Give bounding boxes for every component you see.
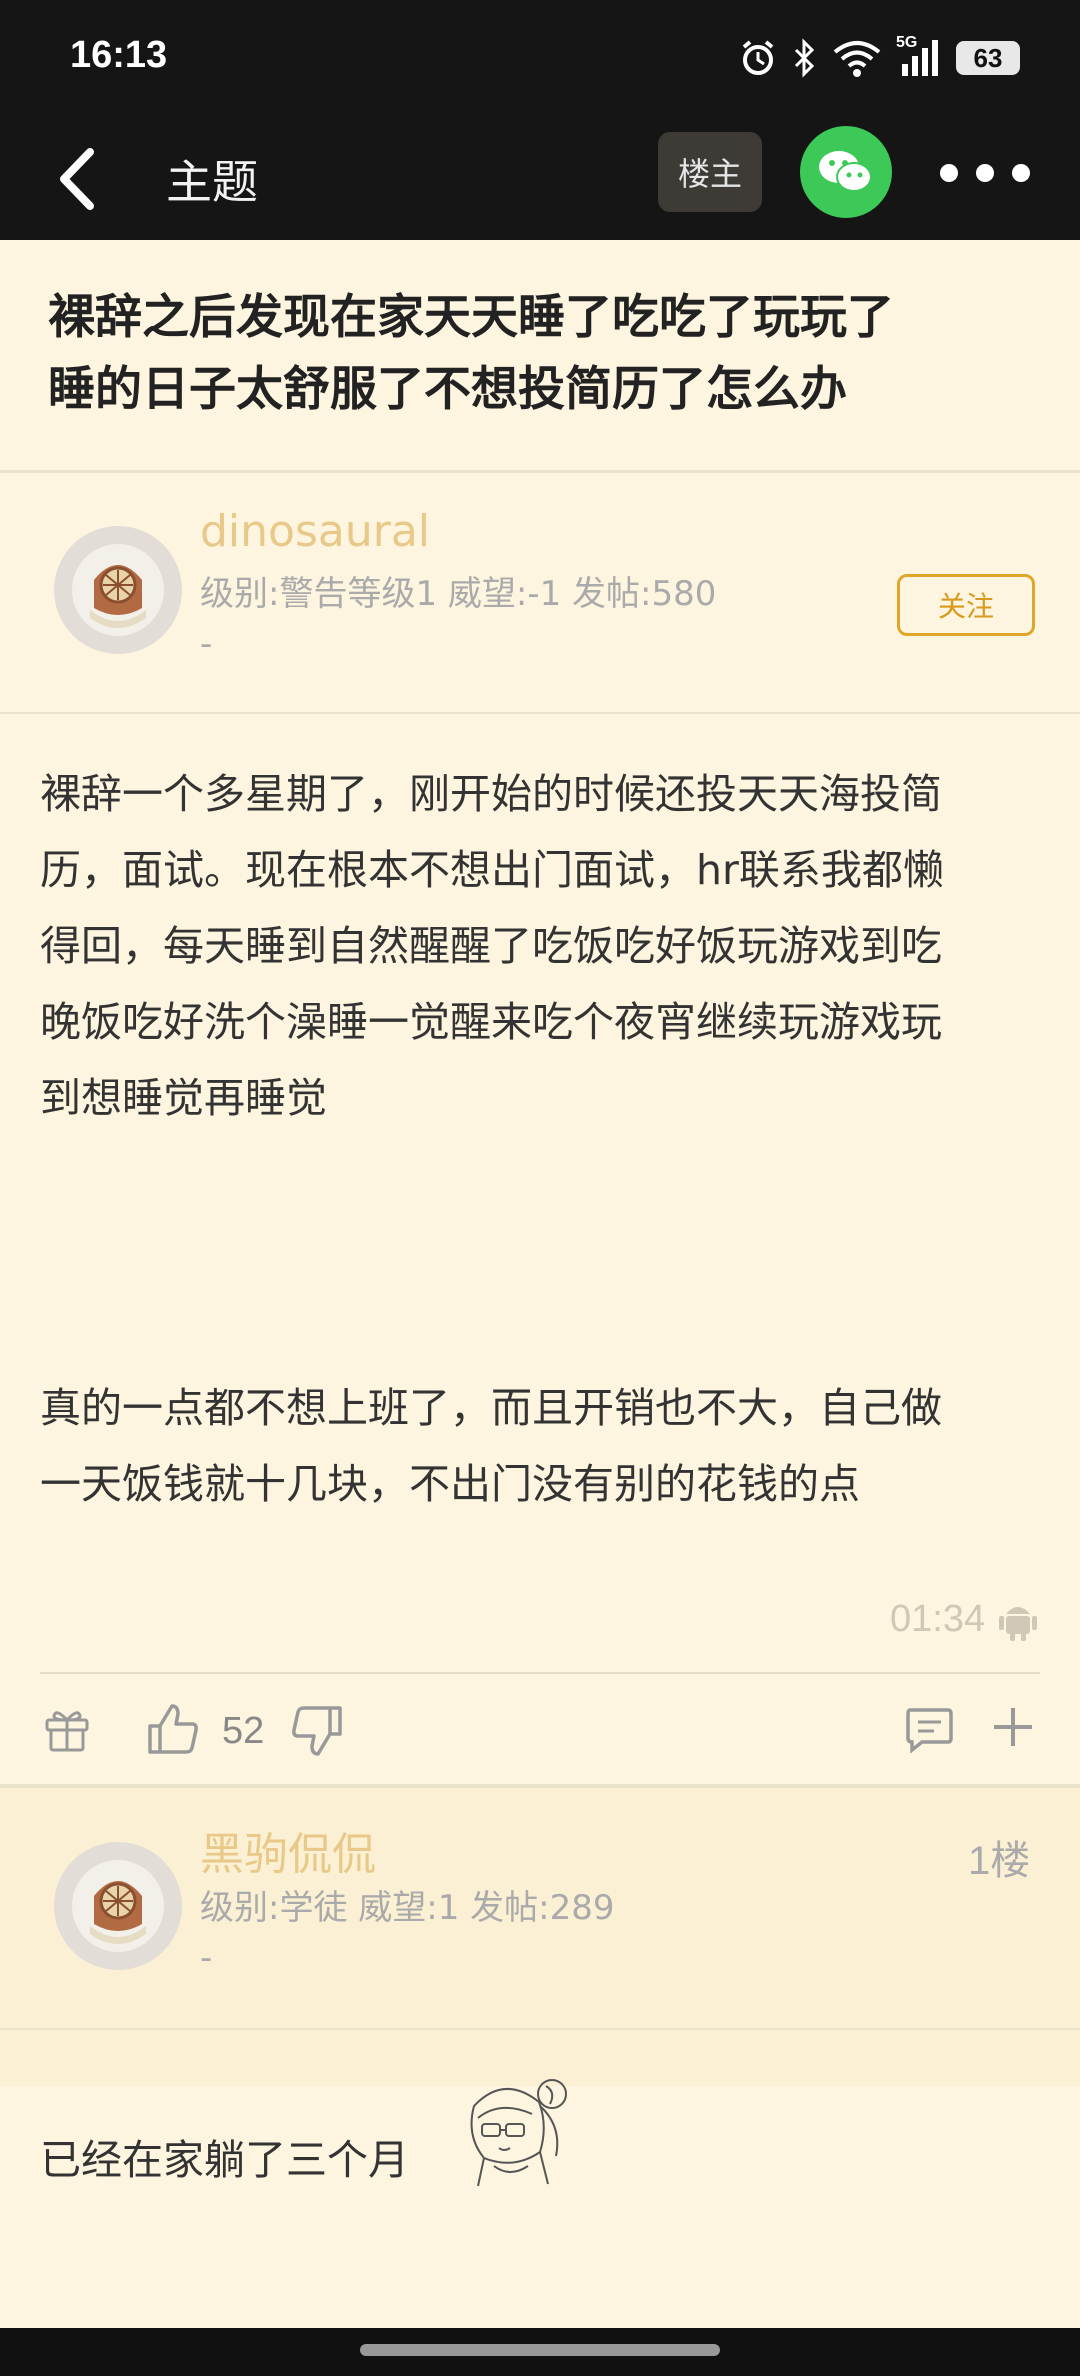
thread-title: 裸辞之后发现在家天天睡了吃吃了玩玩了 睡的日子太舒服了不想投简历了怎么办 xyxy=(48,282,1038,426)
battery-icon: 63 xyxy=(956,41,1020,75)
body-line: 晚饭吃好洗个澡睡一觉醒来吃个夜宵继续玩游戏玩 xyxy=(40,998,942,1046)
follow-button[interactable]: 关注 xyxy=(897,574,1035,636)
back-icon[interactable] xyxy=(50,144,110,214)
add-icon[interactable] xyxy=(990,1704,1036,1750)
op-post-body-para1: 裸辞一个多星期了，刚开始的时候还投天天海投简 历，面试。现在根本不想出门面试，h… xyxy=(40,756,1050,1136)
avatar-helmet-icon xyxy=(72,1860,164,1952)
op-post-body-para2: 真的一点都不想上班了，而且开销也不大，自己做 一天饭钱就十几块，不出门没有别的花… xyxy=(40,1370,1050,1522)
status-time: 16:13 xyxy=(70,34,168,76)
divider xyxy=(0,1784,1080,1788)
reply-user-dash: - xyxy=(200,1938,213,1978)
home-indicator[interactable] xyxy=(360,2344,720,2356)
android-icon xyxy=(999,1607,1037,1641)
body-line: 得回，每天睡到自然醒醒了吃饭吃好饭玩游戏到吃 xyxy=(40,922,942,970)
alarm-icon xyxy=(742,40,774,75)
reply-user-info: 级别:学徒 威望:1 发帖:289 xyxy=(200,1888,615,1928)
avatar[interactable] xyxy=(54,1842,182,1970)
op-user-dash: - xyxy=(200,624,213,664)
avatar[interactable] xyxy=(54,526,182,654)
divider xyxy=(40,1672,1040,1674)
reply-username[interactable]: 黑驹侃侃 xyxy=(200,1818,376,1882)
thread-title-line: 睡的日子太舒服了不想投简历了怎么办 xyxy=(48,362,847,417)
like-icon[interactable] xyxy=(146,1702,200,1756)
body-line: 一天饭钱就十几块，不出门没有别的花钱的点 xyxy=(40,1460,860,1508)
body-line: 裸辞一个多星期了，刚开始的时候还投天天海投简 xyxy=(40,770,942,818)
op-username[interactable]: dinosaural xyxy=(200,506,430,557)
op-user-info: 级别:警告等级1 威望:-1 发帖:580 xyxy=(200,574,717,614)
divider xyxy=(0,2028,1080,2030)
gift-icon[interactable] xyxy=(42,1704,92,1754)
system-nav-bar xyxy=(0,2328,1080,2376)
reply-body: 已经在家躺了三个月 xyxy=(40,2136,409,2184)
dislike-icon[interactable] xyxy=(290,1704,344,1758)
op-only-button[interactable]: 楼主 xyxy=(658,132,762,212)
nav-title: 主题 xyxy=(166,155,258,209)
comment-icon[interactable] xyxy=(904,1704,954,1754)
more-options-icon[interactable] xyxy=(940,148,1030,198)
body-line: 历，面试。现在根本不想出门面试，hr联系我都懒 xyxy=(40,846,944,894)
divider xyxy=(0,712,1080,714)
divider xyxy=(0,470,1080,473)
wifi-icon xyxy=(833,41,881,77)
anime-girl-sticker-icon xyxy=(470,2079,567,2187)
floor-number: 1楼 xyxy=(968,1839,1031,1883)
status-icons: 5G 63 xyxy=(738,30,1020,86)
cellular-signal-icon: 5G xyxy=(896,34,942,78)
like-count: 52 xyxy=(222,1710,265,1752)
wechat-icon xyxy=(819,151,872,192)
bluetooth-icon xyxy=(794,38,815,78)
body-line: 真的一点都不想上班了，而且开销也不大，自己做 xyxy=(40,1384,942,1432)
body-line: 到想睡觉再睡觉 xyxy=(40,1074,327,1122)
status-bar: 16:13 5G 63 xyxy=(0,0,1080,118)
post-time: 01:34 xyxy=(890,1598,986,1640)
top-navbar: 主题 楼主 xyxy=(0,118,1080,240)
thread-title-line: 裸辞之后发现在家天天睡了吃吃了玩玩了 xyxy=(48,290,894,345)
avatar-helmet-icon xyxy=(72,544,164,636)
wechat-share-button[interactable] xyxy=(800,126,892,218)
